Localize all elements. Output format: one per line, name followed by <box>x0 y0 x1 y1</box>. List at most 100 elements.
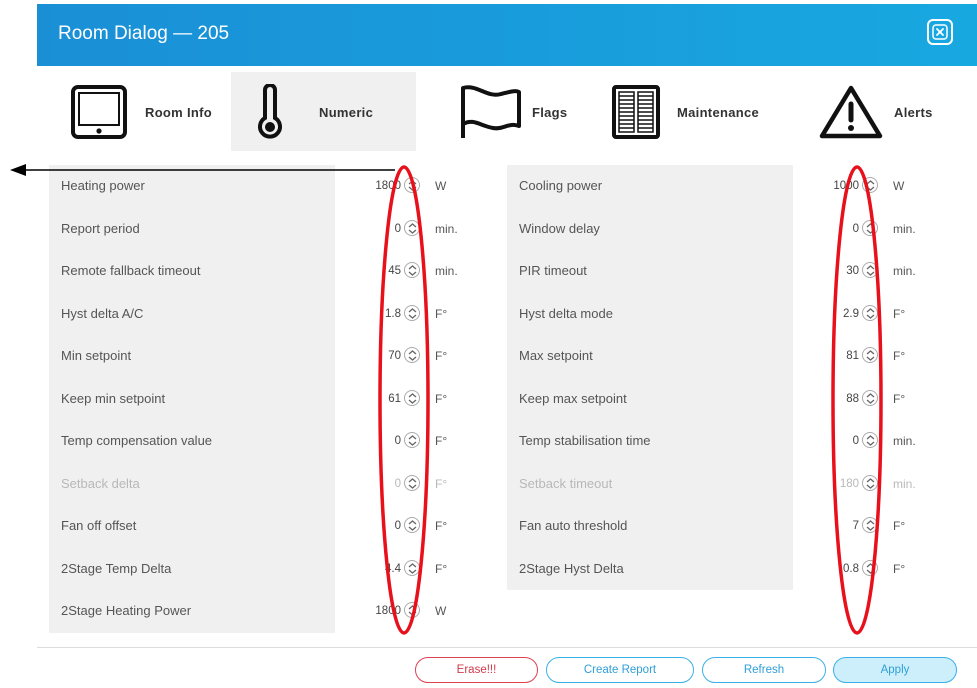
field-unit: min. <box>893 221 916 236</box>
field-label: Window delay <box>519 220 600 236</box>
spinner-stepper[interactable] <box>862 474 878 491</box>
spinner-arrows-icon <box>866 435 875 446</box>
spinner-stepper[interactable] <box>862 177 878 193</box>
field-label-cell: Remote fallback timeout <box>49 250 335 293</box>
apply-button[interactable]: Apply <box>833 657 957 683</box>
field-value-input[interactable]: 61 <box>388 393 401 405</box>
refresh-button[interactable]: Refresh <box>702 657 826 683</box>
spinner-arrows-icon <box>866 562 875 574</box>
field-row: Temp stabilisation time 0 min. <box>507 420 966 463</box>
field-value-input[interactable]: 1.8 <box>385 308 401 320</box>
field-row: Remote fallback timeout 45 min. <box>49 250 508 293</box>
spinner-arrows-icon <box>408 477 417 489</box>
erase-button[interactable]: Erase!!! <box>415 657 538 683</box>
field-unit: W <box>893 179 905 193</box>
spinner-stepper[interactable] <box>404 262 420 278</box>
field-value-input[interactable]: 0.8 <box>843 563 859 575</box>
tab-maintenance[interactable]: Maintenance <box>607 72 787 151</box>
field-value-input[interactable]: 0 <box>395 478 401 490</box>
field-value-input[interactable]: 0 <box>395 223 401 235</box>
field-label-cell: Fan auto threshold <box>507 505 793 548</box>
spinner-arrows-icon <box>408 222 417 234</box>
spinner-stepper[interactable] <box>862 432 878 448</box>
spinner-stepper[interactable] <box>404 432 420 448</box>
field-row: Window delay 0 min. <box>507 207 966 250</box>
field-value-input[interactable]: 1000 <box>833 180 859 192</box>
field-label: Hyst delta mode <box>519 305 613 321</box>
spinner-stepper[interactable] <box>404 177 420 193</box>
field-row: Temp compensation value 0 F° <box>49 420 508 463</box>
spinner-arrows-icon <box>866 392 875 404</box>
spinner-arrows-icon <box>866 520 875 531</box>
spinner-stepper[interactable] <box>862 517 878 533</box>
field-value-input[interactable]: 45 <box>388 265 401 277</box>
field-value-input[interactable]: 30 <box>846 265 859 277</box>
spinner-arrows-icon <box>866 222 875 234</box>
field-label: Max setpoint <box>519 348 593 363</box>
tab-label: Room Info <box>145 105 212 120</box>
spinner-stepper[interactable] <box>404 517 420 533</box>
field-unit: F° <box>435 434 448 448</box>
spinner-stepper[interactable] <box>862 262 878 278</box>
field-row: 2Stage Heating Power 1800 W <box>49 590 508 633</box>
tab-label: Alerts <box>894 105 933 120</box>
field-label: Min setpoint <box>61 348 132 363</box>
field-value-input[interactable]: 0 <box>853 223 859 235</box>
field-label-cell: Keep min setpoint <box>49 377 335 420</box>
spinner-stepper[interactable] <box>404 474 420 491</box>
field-value-input[interactable]: 180 <box>840 478 859 490</box>
spinner-stepper[interactable] <box>404 602 420 618</box>
field-label: Setback delta <box>61 475 140 491</box>
field-unit: W <box>435 179 447 193</box>
field-row: 2Stage Hyst Delta 0.8 F° <box>507 547 966 590</box>
tab-flags[interactable]: Flags <box>447 72 597 151</box>
spinner-stepper[interactable] <box>404 347 420 363</box>
tab-alerts[interactable]: Alerts <box>817 72 977 151</box>
field-value-input[interactable]: 1800 <box>375 605 401 617</box>
spinner-stepper[interactable] <box>862 219 878 236</box>
field-value-input[interactable]: 0 <box>853 435 859 447</box>
field-label: Keep max setpoint <box>519 390 627 406</box>
spinner-arrows-icon <box>408 605 417 616</box>
field-value-input[interactable]: 4.4 <box>385 563 401 575</box>
spinner-stepper[interactable] <box>862 347 878 363</box>
field-value-input[interactable]: 1800 <box>375 180 401 192</box>
field-label: Fan auto threshold <box>519 518 628 533</box>
tab-room-info[interactable]: Room Info <box>62 72 230 151</box>
spinner-stepper[interactable] <box>404 389 420 406</box>
field-value-input[interactable]: 7 <box>853 520 859 532</box>
right-field-column: Cooling power 1000 W Window delay 0 min. PIR t… <box>507 165 966 590</box>
field-row: Max setpoint 81 F° <box>507 335 966 378</box>
spinner-stepper[interactable] <box>862 559 878 576</box>
field-value-input[interactable]: 0 <box>395 520 401 532</box>
spinner-stepper[interactable] <box>404 219 420 236</box>
field-unit: min. <box>893 434 916 448</box>
field-label-cell: 2Stage Hyst Delta <box>507 547 793 590</box>
thermometer-icon <box>257 83 283 145</box>
spinner-stepper[interactable] <box>404 304 420 321</box>
tab-numeric[interactable]: Numeric <box>231 72 416 151</box>
arrow-left-icon <box>10 164 26 176</box>
room-dialog: Room Dialog — 205 Room Info Numeric Flag… <box>37 4 977 688</box>
tab-label: Flags <box>532 105 568 120</box>
field-row: 2Stage Temp Delta 4.4 F° <box>49 547 508 590</box>
field-unit: F° <box>435 561 448 576</box>
field-label-cell: PIR timeout <box>507 250 793 293</box>
field-value-input[interactable]: 0 <box>395 435 401 447</box>
spinner-stepper[interactable] <box>862 389 878 406</box>
close-button[interactable] <box>927 19 953 45</box>
field-value-input[interactable]: 88 <box>846 393 859 405</box>
field-row: Min setpoint 70 F° <box>49 335 508 378</box>
field-unit: W <box>435 604 447 618</box>
spinner-stepper[interactable] <box>862 304 878 321</box>
field-value-input[interactable]: 70 <box>388 350 401 362</box>
spinner-arrows-icon <box>408 180 417 191</box>
field-label-cell: Setback timeout <box>507 462 793 505</box>
tablet-icon <box>70 84 128 145</box>
create-report-button[interactable]: Create Report <box>546 657 694 683</box>
field-unit: F° <box>435 519 448 533</box>
field-value-input[interactable]: 2.9 <box>843 308 859 320</box>
field-value-input[interactable]: 81 <box>846 350 859 362</box>
footer-divider <box>37 647 977 648</box>
spinner-stepper[interactable] <box>404 559 420 576</box>
